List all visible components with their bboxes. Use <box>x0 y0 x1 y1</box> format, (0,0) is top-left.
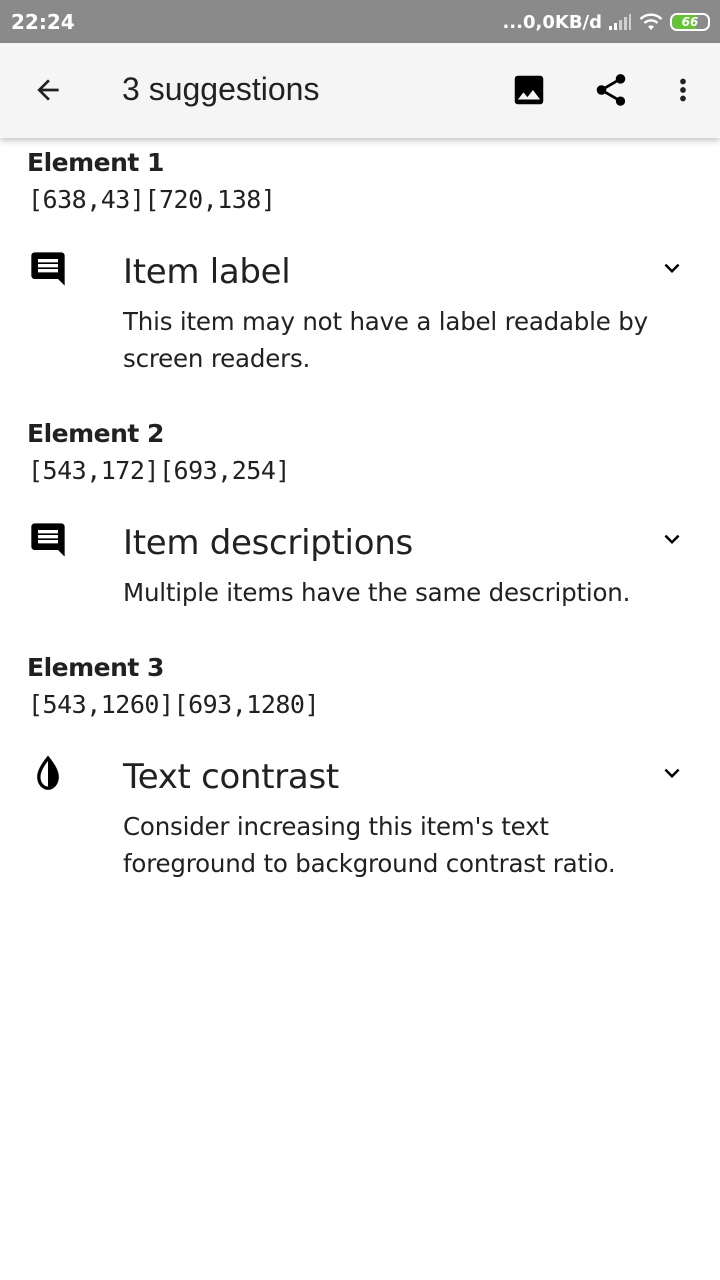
expand-button[interactable] <box>652 248 692 288</box>
image-icon <box>514 75 544 105</box>
expand-button[interactable] <box>652 519 692 559</box>
element-bounds: [543,172][693,254] <box>28 456 290 485</box>
more-vert-icon <box>680 78 686 102</box>
issue-description: Consider increasing this item's text for… <box>123 812 616 878</box>
element-title: Element 1 <box>27 148 164 177</box>
status-indicators: ...0,0KB/d 66 <box>502 9 710 35</box>
expand-button[interactable] <box>652 753 692 793</box>
network-rate: ...0,0KB/d <box>502 11 602 33</box>
contrast-icon <box>37 755 59 790</box>
app-toolbar: 3 suggestions <box>0 43 720 138</box>
chevron-down-icon <box>664 534 680 544</box>
element-title: Element 3 <box>27 653 164 682</box>
screenshot-button[interactable] <box>497 58 561 122</box>
share-button[interactable] <box>579 58 643 122</box>
signal-icon <box>608 13 632 31</box>
status-bar: 22:24 ...0,0KB/d 66 <box>0 0 720 43</box>
back-arrow-icon <box>37 79 59 101</box>
chevron-down-icon <box>664 768 680 778</box>
issue-title: Item descriptions <box>123 523 413 563</box>
battery-level: 66 <box>681 15 699 29</box>
more-options-button[interactable] <box>651 58 715 122</box>
comment-icon <box>31 523 65 557</box>
issue-description: This item may not have a label readable … <box>123 307 648 373</box>
issue-description: Multiple items have the same description… <box>123 578 631 607</box>
page-title: 3 suggestions <box>122 71 320 107</box>
back-button[interactable] <box>16 58 80 122</box>
status-time: 22:24 <box>11 10 75 34</box>
issue-title: Text contrast <box>123 757 339 797</box>
element-bounds: [638,43][720,138] <box>28 185 276 214</box>
issue-title: Item label <box>123 252 291 292</box>
element-bounds: [543,1260][693,1280] <box>28 690 320 719</box>
chevron-down-icon <box>664 263 680 273</box>
comment-icon <box>31 252 65 286</box>
battery-icon: 66 <box>670 13 710 31</box>
share-icon <box>596 74 626 106</box>
wifi-icon <box>638 12 664 32</box>
element-title: Element 2 <box>27 419 164 448</box>
